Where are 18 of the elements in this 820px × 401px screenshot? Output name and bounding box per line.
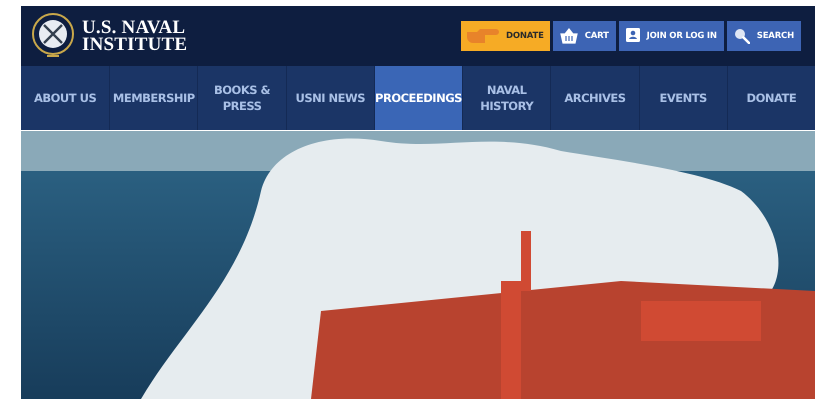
institute-seal-icon	[32, 13, 74, 59]
user-card-icon	[626, 28, 640, 44]
pointing-hand-icon	[464, 26, 499, 46]
basket-icon	[560, 28, 578, 44]
nav-tab[interactable]: ARCHIVES	[550, 66, 639, 130]
search-button[interactable]: SEARCH	[726, 21, 801, 51]
site-logo-text[interactable]: U.S. NAVAL INSTITUTE	[82, 19, 188, 53]
nav-tab[interactable]: BOOKS & PRESS	[197, 66, 286, 130]
nav-tab[interactable]: NAVAL HISTORY	[462, 66, 550, 130]
nav-tab[interactable]: MEMBERSHIP	[109, 66, 198, 130]
nav-tab[interactable]: DONATE	[726, 66, 815, 130]
account-button[interactable]: JOIN OR LOG IN	[618, 21, 724, 51]
search-icon	[734, 28, 750, 44]
cart-button[interactable]: CART	[552, 21, 616, 51]
nav-tab[interactable]: PROCEEDINGS	[374, 66, 462, 130]
nav-tab[interactable]: EVENTS	[638, 66, 727, 130]
nav-tab[interactable]: ABOUT US	[21, 66, 110, 130]
donate-button[interactable]: DONATE	[460, 21, 550, 51]
